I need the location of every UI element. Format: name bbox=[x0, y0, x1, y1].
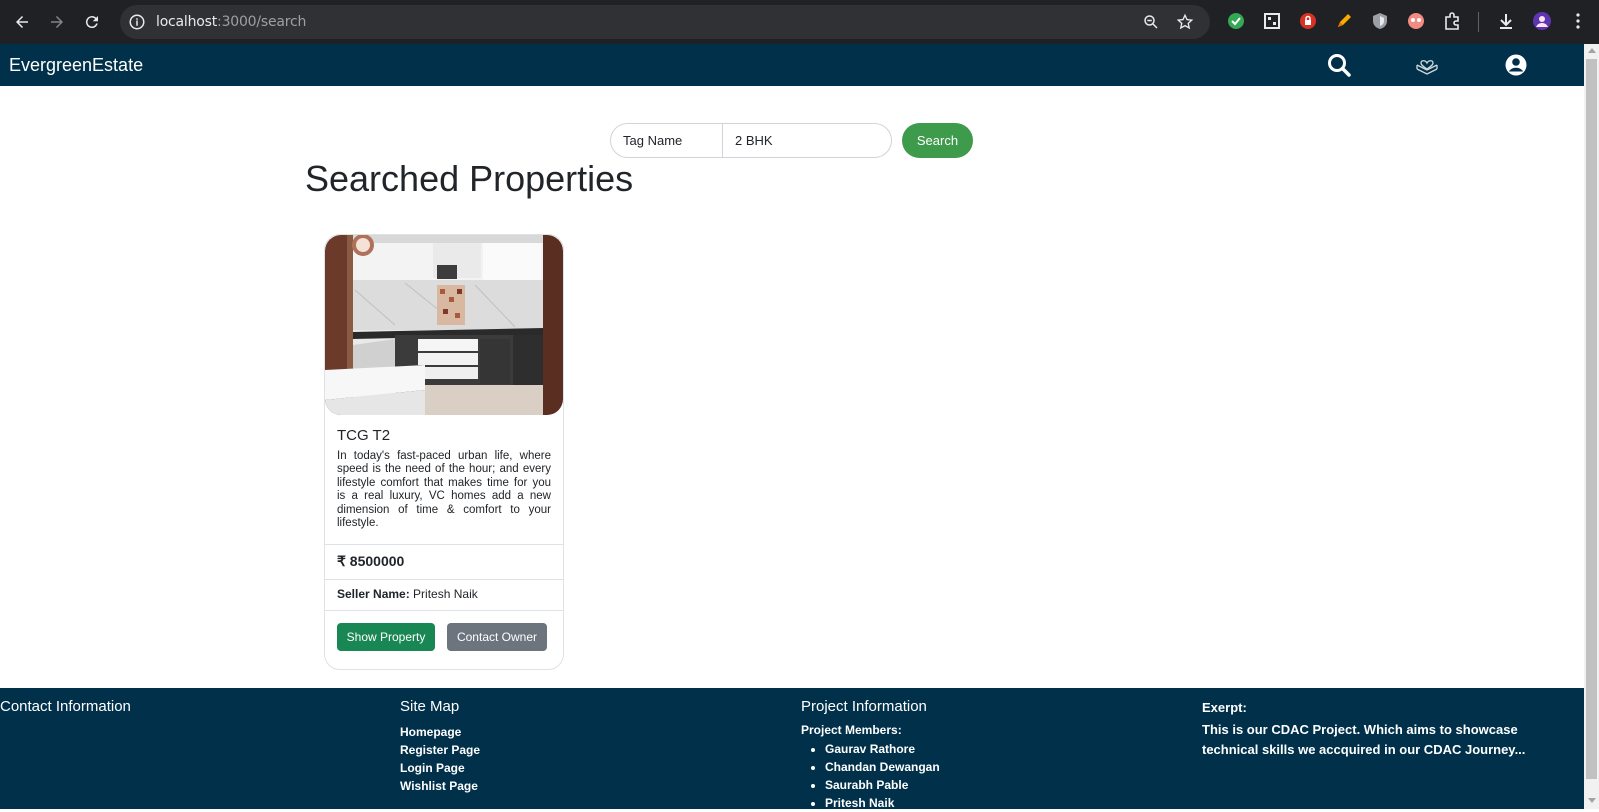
list-item: Chandan Dewangan bbox=[825, 758, 940, 776]
exerpt-text: This is our CDAC Project. Which aims to … bbox=[1202, 722, 1526, 757]
seller-info: Seller Name: Pritesh Naik bbox=[337, 587, 478, 601]
search-input[interactable]: 2 BHK bbox=[723, 124, 891, 157]
browser-menu-icon[interactable] bbox=[1568, 11, 1588, 31]
property-title: TCG T2 bbox=[337, 427, 391, 444]
card-divider bbox=[325, 579, 563, 580]
extension-pen-icon[interactable] bbox=[1334, 11, 1354, 31]
app-navbar: EvergreenEstate bbox=[0, 44, 1584, 86]
reload-button[interactable] bbox=[80, 10, 104, 34]
footer-sitemap-heading: Site Map bbox=[400, 698, 460, 715]
wishlist-heart-box-icon[interactable] bbox=[1414, 52, 1440, 78]
exerpt-heading: Exerpt: bbox=[1202, 700, 1247, 715]
extension-check-icon[interactable] bbox=[1226, 11, 1246, 31]
list-item: Saurabh Pable bbox=[825, 776, 940, 794]
sitemap-link-homepage[interactable]: Homepage bbox=[400, 723, 480, 741]
site-info-icon[interactable] bbox=[128, 13, 146, 31]
profile-avatar-icon[interactable] bbox=[1532, 11, 1552, 31]
zoom-icon[interactable] bbox=[1142, 13, 1160, 31]
sitemap-link-login[interactable]: Login Page bbox=[400, 759, 480, 777]
tag-type-select[interactable]: Tag Name bbox=[611, 124, 723, 157]
arrow-left-icon bbox=[16, 16, 28, 28]
download-icon[interactable] bbox=[1496, 11, 1516, 31]
card-divider bbox=[325, 544, 563, 545]
extension-shield-icon[interactable] bbox=[1370, 11, 1390, 31]
property-card: TCG T2 In today's fast-paced urban life,… bbox=[324, 234, 564, 670]
page-title: Searched Properties bbox=[305, 158, 634, 199]
scroll-down-arrow-icon[interactable] bbox=[1588, 798, 1596, 803]
extensions-puzzle-icon[interactable] bbox=[1442, 11, 1462, 31]
url-host: localhost bbox=[156, 14, 218, 30]
user-account-icon[interactable] bbox=[1503, 52, 1529, 78]
page-scrollbar[interactable] bbox=[1584, 44, 1599, 809]
extension-lock-icon[interactable] bbox=[1298, 11, 1318, 31]
url-path: :3000/search bbox=[217, 14, 307, 30]
back-button[interactable] bbox=[10, 10, 34, 34]
kitchen-photo bbox=[325, 235, 563, 415]
forward-button[interactable] bbox=[45, 10, 69, 34]
card-divider bbox=[325, 610, 563, 611]
scroll-up-arrow-icon[interactable] bbox=[1588, 48, 1596, 53]
scroll-thumb[interactable] bbox=[1586, 59, 1597, 779]
property-description: In today's fast-paced urban life, where … bbox=[337, 450, 551, 530]
show-property-button[interactable]: Show Property bbox=[337, 623, 435, 651]
toolbar-divider bbox=[1478, 12, 1479, 32]
seller-label: Seller Name: bbox=[337, 587, 410, 601]
arrow-right-icon bbox=[51, 16, 63, 28]
sitemap-link-register[interactable]: Register Page bbox=[400, 741, 480, 759]
property-image[interactable] bbox=[325, 235, 563, 415]
site-footer: Contact Information Site Map Homepage Re… bbox=[0, 688, 1584, 812]
address-bar[interactable]: localhost:3000/search bbox=[120, 5, 1210, 39]
project-members-list: Gaurav Rathore Chandan Dewangan Saurabh … bbox=[825, 740, 940, 812]
sitemap-link-wishlist[interactable]: Wishlist Page bbox=[400, 777, 480, 795]
sitemap-links: Homepage Register Page Login Page Wishli… bbox=[400, 723, 480, 795]
property-price: ₹ 8500000 bbox=[337, 553, 405, 569]
browser-toolbar: localhost:3000/search bbox=[0, 0, 1599, 44]
extension-face-icon[interactable] bbox=[1406, 11, 1426, 31]
seller-name: Pritesh Naik bbox=[413, 587, 478, 601]
reload-icon bbox=[85, 16, 98, 29]
url-text: localhost:3000/search bbox=[156, 14, 306, 30]
bookmark-star-icon[interactable] bbox=[1176, 13, 1194, 31]
search-button[interactable]: Search bbox=[902, 123, 973, 158]
search-group: Tag Name 2 BHK bbox=[610, 123, 892, 158]
search-icon[interactable] bbox=[1326, 52, 1352, 78]
footer-contact-heading: Contact Information bbox=[0, 698, 131, 715]
contact-owner-button[interactable]: Contact Owner bbox=[447, 623, 547, 651]
list-item: Pritesh Naik bbox=[825, 794, 940, 812]
brand-logo[interactable]: EvergreenEstate bbox=[9, 55, 143, 76]
project-members-label: Project Members: bbox=[801, 723, 902, 737]
extension-qr-icon[interactable] bbox=[1262, 11, 1282, 31]
list-item: Gaurav Rathore bbox=[825, 740, 940, 758]
footer-project-heading: Project Information bbox=[801, 698, 927, 715]
